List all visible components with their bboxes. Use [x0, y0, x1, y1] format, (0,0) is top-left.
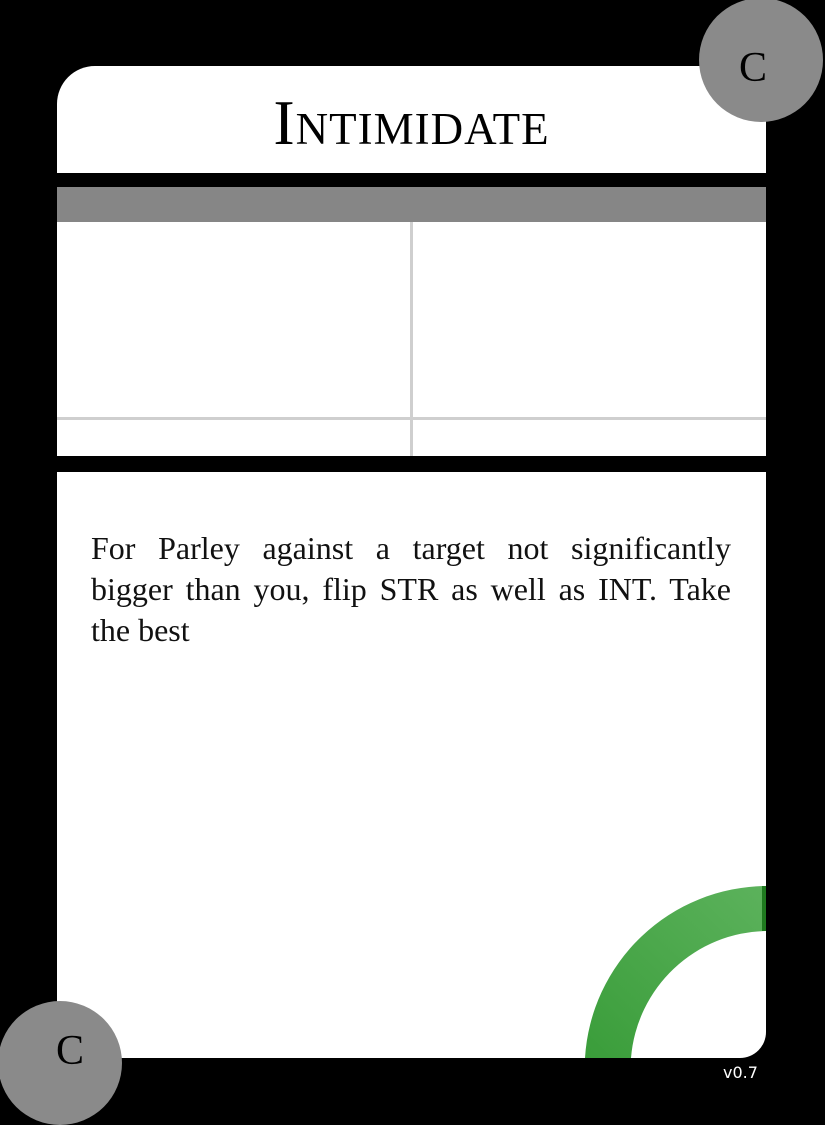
stat-cell-bottom-left — [57, 420, 410, 456]
stat-cell-top-right — [413, 222, 766, 417]
stats-header-bar — [57, 187, 766, 222]
stat-cell-top-left — [57, 222, 410, 417]
rank-badge-bottom: C — [0, 1001, 122, 1125]
grid-divider-vertical — [410, 222, 413, 456]
rank-letter-bottom: C — [55, 1028, 84, 1074]
stats-grid — [57, 222, 766, 456]
rank-badge-top: C — [699, 0, 823, 122]
rank-letter-top: C — [738, 45, 767, 91]
stat-cell-bottom-right — [413, 420, 766, 456]
green-arc-icon — [585, 886, 766, 1058]
card-title-panel: Intimidate — [57, 66, 766, 173]
grid-divider-horizontal — [57, 417, 766, 420]
version-label: v0.7 — [723, 1063, 758, 1082]
rules-panel: For Parley against a target not signific… — [57, 472, 766, 1058]
card-title: Intimidate — [273, 86, 550, 158]
